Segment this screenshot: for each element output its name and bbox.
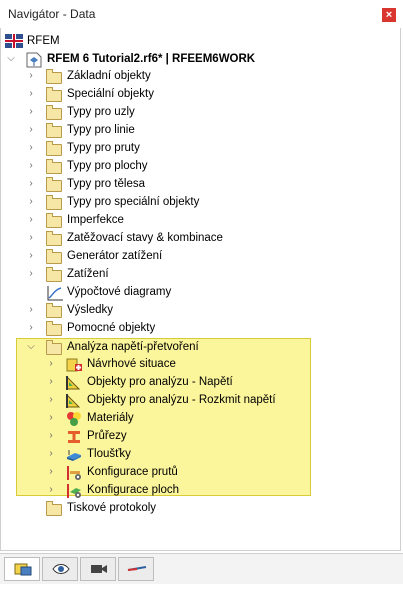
- chevron-down-icon[interactable]: ⌵: [6, 54, 16, 64]
- chevron-right-icon[interactable]: ›: [26, 143, 36, 153]
- tree-item[interactable]: › Generátor zatížení: [26, 248, 296, 266]
- folder-icon: [46, 267, 64, 283]
- chevron-right-icon[interactable]: ›: [46, 467, 56, 477]
- chevron-right-icon[interactable]: ›: [46, 395, 56, 405]
- project-label: RFEM 6 Tutorial2.rf6* | RFEEM6WORK: [47, 53, 256, 65]
- chevron-right-icon[interactable]: ›: [26, 251, 36, 261]
- cross-section-icon: [68, 431, 80, 443]
- tree-item[interactable]: › Imperfekce: [26, 212, 296, 230]
- tree-item[interactable]: › Typy pro uzly: [26, 104, 296, 122]
- chevron-right-icon[interactable]: ›: [46, 359, 56, 369]
- chevron-right-icon[interactable]: ›: [26, 215, 36, 225]
- chevron-right-icon[interactable]: ›: [26, 179, 36, 189]
- root-label: RFEM: [27, 35, 60, 47]
- chevron-down-icon[interactable]: ⌵: [26, 342, 36, 352]
- chevron-right-icon[interactable]: ›: [26, 269, 36, 279]
- folder-open-icon: [46, 340, 64, 356]
- folder-icon: [46, 249, 64, 265]
- tree-item[interactable]: › Typy pro plochy: [26, 158, 296, 176]
- tab-display[interactable]: [42, 557, 78, 581]
- chevron-right-icon[interactable]: ›: [26, 323, 36, 333]
- chevron-right-icon[interactable]: ›: [26, 305, 36, 315]
- thickness-icon: [67, 450, 81, 461]
- chevron-right-icon[interactable]: ›: [46, 485, 56, 495]
- tree-item[interactable]: Výpočtové diagramy: [26, 284, 296, 302]
- chevron-right-icon[interactable]: ›: [26, 161, 36, 171]
- folder-icon: [46, 231, 64, 247]
- tree-subitem[interactable]: › Objekty pro analýzu - Rozkmit napětí: [46, 392, 306, 410]
- eye-icon: [52, 564, 70, 574]
- chevron-right-icon[interactable]: ›: [46, 431, 56, 441]
- tab-results[interactable]: [118, 557, 154, 581]
- tree-item[interactable]: › Pomocné objekty: [26, 320, 296, 338]
- tab-views[interactable]: [80, 557, 116, 581]
- close-icon: ×: [385, 9, 393, 21]
- navigator-tabs: [0, 553, 403, 584]
- rfem-flag-icon: [5, 34, 23, 48]
- tree-subitem[interactable]: › Objekty pro analýzu - Napětí: [46, 374, 306, 392]
- results-icon: [127, 566, 147, 571]
- stress-range-icon: [66, 393, 81, 408]
- stress-object-icon: [66, 375, 81, 390]
- surface-config-icon: [67, 484, 81, 498]
- tree-item[interactable]: › Výsledky: [26, 302, 296, 320]
- folder-icon: [46, 87, 64, 103]
- tree-subitem[interactable]: › Konfigurace ploch: [46, 482, 306, 500]
- model-file-icon: [26, 52, 42, 68]
- tree-subitem[interactable]: › Návrhové situace: [46, 356, 306, 374]
- chevron-right-icon[interactable]: ›: [46, 449, 56, 459]
- tree-root[interactable]: RFEM: [5, 33, 205, 49]
- window-title: Navigátor - Data: [8, 7, 96, 21]
- folder-icon: [46, 69, 64, 85]
- diagram-icon: [47, 286, 63, 301]
- folder-icon: [46, 321, 64, 337]
- tree-item[interactable]: › Zatížení: [26, 266, 296, 284]
- folder-icon: [46, 195, 64, 211]
- member-config-icon: [67, 466, 81, 480]
- camera-icon: [91, 565, 107, 573]
- tab-data[interactable]: [4, 557, 40, 581]
- tree-item[interactable]: › Typy pro tělesa: [26, 176, 296, 194]
- tree-item-print-reports[interactable]: Tiskové protokoly: [26, 500, 296, 518]
- folder-icon: [46, 141, 64, 157]
- chevron-right-icon[interactable]: ›: [26, 197, 36, 207]
- chevron-right-icon[interactable]: ›: [46, 413, 56, 423]
- tree-subitem[interactable]: › Materiály: [46, 410, 306, 428]
- tree-item-stress-strain[interactable]: ⌵ Analýza napětí-přetvoření: [26, 339, 296, 357]
- tree-subitem[interactable]: › Tloušťky: [46, 446, 306, 464]
- materials-icon: [67, 412, 81, 426]
- folder-icon: [46, 177, 64, 193]
- design-situation-icon: [66, 358, 82, 372]
- folder-icon: [46, 501, 64, 517]
- folder-icon: [46, 105, 64, 121]
- chevron-right-icon[interactable]: ›: [26, 89, 36, 99]
- window-titlebar: Navigátor - Data ×: [0, 0, 403, 28]
- tree-subitem[interactable]: › Konfigurace prutů: [46, 464, 306, 482]
- folder-icon: [46, 159, 64, 175]
- folder-icon: [46, 123, 64, 139]
- folder-icon: [46, 213, 64, 229]
- folder-icon: [46, 303, 64, 319]
- tree-item[interactable]: › Speciální objekty: [26, 86, 296, 104]
- chevron-right-icon[interactable]: ›: [26, 233, 36, 243]
- close-button[interactable]: ×: [382, 8, 396, 22]
- tree-subitem[interactable]: › Průřezy: [46, 428, 306, 446]
- data-icon: [14, 563, 32, 576]
- chevron-right-icon[interactable]: ›: [46, 377, 56, 387]
- chevron-right-icon[interactable]: ›: [26, 107, 36, 117]
- tree-item[interactable]: › Základní objekty: [26, 68, 296, 86]
- tree-item[interactable]: › Typy pro pruty: [26, 140, 296, 158]
- chevron-right-icon[interactable]: ›: [26, 125, 36, 135]
- tree-item[interactable]: › Typy pro speciální objekty: [26, 194, 296, 212]
- tree-project[interactable]: ⌵ RFEM 6 Tutorial2.rf6* | RFEEM6WORK: [6, 51, 306, 69]
- tree-item[interactable]: › Zatěžovací stavy & kombinace: [26, 230, 296, 248]
- tree-item[interactable]: › Typy pro linie: [26, 122, 296, 140]
- chevron-right-icon[interactable]: ›: [26, 71, 36, 81]
